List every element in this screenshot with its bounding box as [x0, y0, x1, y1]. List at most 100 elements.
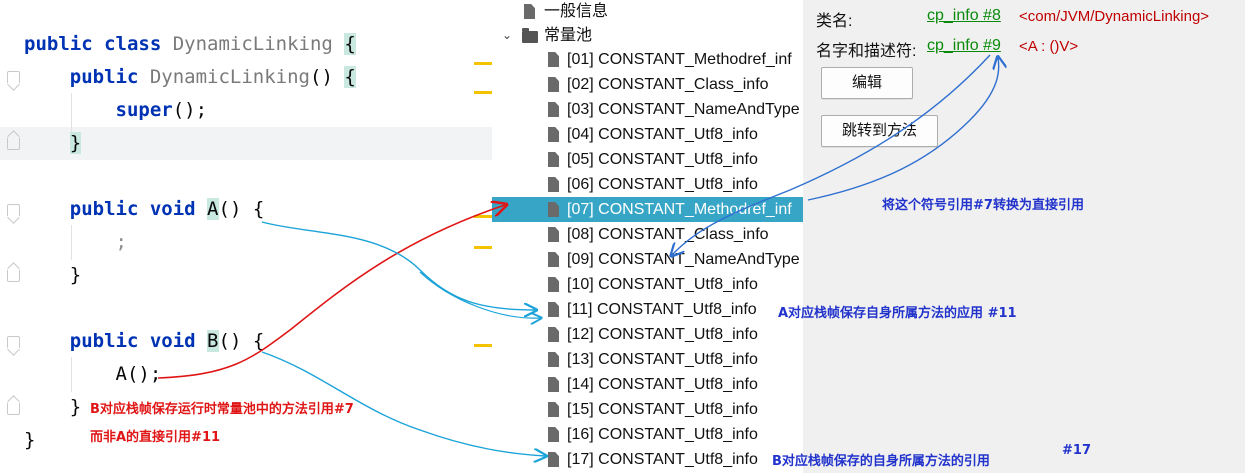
fold-open-icon[interactable] [7, 336, 20, 348]
code-token: { [344, 33, 356, 55]
warning-marker[interactable] [474, 246, 492, 249]
constant-pool-item-label: [05] CONSTANT_Utf8_info [567, 151, 758, 168]
code-line[interactable]: } [24, 424, 35, 457]
constant-pool-item-label: [15] CONSTANT_Utf8_info [567, 401, 758, 418]
code-line[interactable]: public void B() { [24, 325, 264, 358]
chevron-down-icon[interactable]: ⌄ [502, 23, 512, 48]
code-token: B [207, 330, 219, 352]
constant-pool-item-label: [07] CONSTANT_Methodref_inf [567, 201, 792, 218]
file-icon [548, 277, 559, 292]
constant-pool-item-label: [01] CONSTANT_Methodref_inf [567, 51, 792, 68]
constant-pool-item-label: [08] CONSTANT_Class_info [567, 226, 769, 243]
constant-pool-item[interactable]: [07] CONSTANT_Methodref_inf [492, 197, 803, 222]
file-icon [548, 452, 559, 467]
warning-marker[interactable] [474, 91, 492, 94]
constant-pool-item[interactable]: [12] CONSTANT_Utf8_info [492, 322, 803, 347]
file-icon [548, 302, 559, 317]
constant-pool-item[interactable]: [03] CONSTANT_NameAndType [492, 97, 803, 122]
tree-node-constant-pool[interactable]: ⌄ 常量池 [492, 23, 803, 48]
file-icon [548, 227, 559, 242]
constant-pool-item[interactable]: [05] CONSTANT_Utf8_info [492, 147, 803, 172]
code-line[interactable]: super(); [24, 94, 208, 127]
constant-pool-item[interactable]: [11] CONSTANT_Utf8_info [492, 297, 803, 322]
constant-pool-item[interactable]: [13] CONSTANT_Utf8_info [492, 347, 803, 372]
constant-pool-item[interactable]: [15] CONSTANT_Utf8_info [492, 397, 803, 422]
code-line[interactable]: } [24, 259, 81, 292]
code-line[interactable]: public DynamicLinking() { [24, 61, 356, 94]
code-line[interactable]: public class DynamicLinking { [24, 28, 356, 61]
fold-open-icon[interactable] [7, 71, 20, 83]
code-line[interactable]: } [24, 127, 82, 160]
annotation-a-frame: A对应栈帧保存自身所属方法的应用 #11 [778, 306, 1017, 321]
constant-pool-item-label: [17] CONSTANT_Utf8_info [567, 451, 758, 468]
constant-pool-item[interactable]: [02] CONSTANT_Class_info [492, 72, 803, 97]
file-icon [548, 52, 559, 67]
file-icon [548, 352, 559, 367]
code-line[interactable]: ; [24, 226, 127, 259]
constant-pool-item[interactable]: [06] CONSTANT_Utf8_info [492, 172, 803, 197]
fold-close-icon[interactable] [7, 270, 20, 282]
class-name-link[interactable]: cp_info #8 [927, 7, 1001, 25]
code-line[interactable]: A(); [24, 358, 162, 391]
edit-button[interactable]: 编辑 [821, 67, 913, 99]
code-token: } [69, 132, 82, 154]
code-token: } [24, 429, 36, 451]
annotation-b-frame-ref-2: 而非A的直接引用#11 [90, 430, 221, 445]
code-token: public [69, 198, 150, 220]
file-icon [548, 77, 559, 92]
code-token: class [104, 33, 173, 55]
code-token: () [218, 330, 253, 352]
constant-pool-item[interactable]: [08] CONSTANT_Class_info [492, 222, 803, 247]
constant-pool-item-label: [10] CONSTANT_Utf8_info [567, 276, 758, 293]
code-token: () [218, 198, 253, 220]
code-token: { [252, 198, 265, 220]
code-token: void [149, 198, 208, 220]
constant-pool-item-label: [12] CONSTANT_Utf8_info [567, 326, 758, 343]
name-descriptor-value: <A : ()V> [1019, 38, 1079, 55]
file-icon [548, 327, 559, 342]
file-icon [548, 377, 559, 392]
goto-method-button[interactable]: 跳转到方法 [821, 115, 938, 147]
code-token: A [207, 198, 219, 220]
fold-close-icon[interactable] [7, 403, 20, 415]
code-token: DynamicLinking [172, 33, 345, 55]
warning-marker[interactable] [474, 215, 492, 218]
tree-node-label: 一般信息 [544, 3, 609, 20]
warning-marker[interactable] [474, 344, 492, 347]
constant-pool-item[interactable]: [09] CONSTANT_NameAndType [492, 247, 803, 272]
warning-marker[interactable] [474, 62, 492, 65]
file-icon [548, 177, 559, 192]
fold-close-icon[interactable] [7, 138, 20, 150]
file-icon [548, 102, 559, 117]
code-token: { [252, 330, 265, 352]
tree-node-general-info[interactable]: 一般信息 [492, 0, 803, 24]
file-icon [548, 427, 559, 442]
code-line[interactable]: public void A() { [24, 193, 264, 226]
constant-pool-item[interactable]: [16] CONSTANT_Utf8_info [492, 422, 803, 447]
code-line[interactable]: } [24, 391, 81, 424]
constant-pool-item[interactable]: [10] CONSTANT_Utf8_info [492, 272, 803, 297]
constant-pool-item[interactable]: [01] CONSTANT_Methodref_inf [492, 47, 803, 72]
constant-pool-item[interactable]: [14] CONSTANT_Utf8_info [492, 372, 803, 397]
annotation-b-frame-self-num: #17 [1062, 443, 1091, 458]
detail-panel: 类名: cp_info #8 <com/JVM/DynamicLinking> … [803, 0, 1245, 473]
code-token: ; [115, 231, 127, 253]
class-structure-tree[interactable]: 一般信息 ⌄ 常量池 [01] CONSTANT_Methodref_inf [0… [492, 0, 803, 473]
code-token: () [310, 66, 345, 88]
name-descriptor-label: 名字和描述符: [816, 43, 917, 60]
fold-open-icon[interactable] [7, 204, 20, 216]
code-token: } [69, 396, 82, 418]
constant-pool-item[interactable]: [17] CONSTANT_Utf8_info [492, 447, 803, 472]
code-token: public [69, 66, 150, 88]
constant-pool-item-label: [04] CONSTANT_Utf8_info [567, 126, 758, 143]
constant-pool-item-label: [16] CONSTANT_Utf8_info [567, 426, 758, 443]
name-descriptor-link[interactable]: cp_info #9 [927, 37, 1001, 55]
code-token: } [69, 264, 82, 286]
constant-pool-item[interactable]: [04] CONSTANT_Utf8_info [492, 122, 803, 147]
